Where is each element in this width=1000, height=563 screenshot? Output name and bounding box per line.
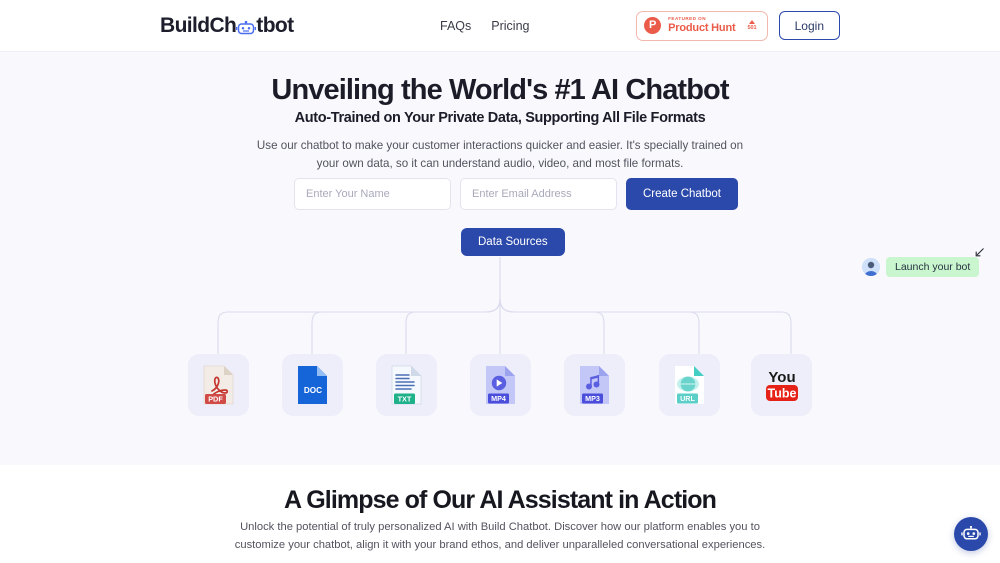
header-actions: P FEATURED ON Product Hunt 501 Login	[636, 10, 840, 41]
signup-form: Create Chatbot	[294, 178, 738, 210]
section-title: A Glimpse of Our AI Assistant in Action	[283, 486, 717, 514]
source-card-txt[interactable]: TXT	[376, 354, 437, 416]
upvote-arrow-icon	[749, 20, 756, 24]
hero-subheading: Auto-Trained on Your Private Data, Suppo…	[294, 110, 706, 126]
mp4-file-icon: MP4	[486, 366, 515, 404]
data-sources-node[interactable]: Data Sources	[461, 228, 565, 256]
launch-bot-tooltip[interactable]: Launch your bot	[862, 248, 985, 277]
upvote-count: 501	[747, 24, 757, 31]
svg-text:DOC: DOC	[304, 386, 322, 395]
logo[interactable]: BuildCh tbot	[160, 14, 294, 38]
robot-icon	[236, 18, 257, 35]
chat-widget-button[interactable]	[954, 517, 988, 551]
ai-assistant-section: A Glimpse of Our AI Assistant in Action …	[0, 465, 1000, 563]
svg-text:You: You	[768, 369, 795, 386]
hero-section: Unveiling the World's #1 AI Chatbot Auto…	[0, 52, 1000, 465]
section-description: Unlock the potential of truly personaliz…	[234, 521, 766, 551]
svg-text:TXT: TXT	[398, 394, 412, 403]
svg-text:Tube: Tube	[767, 387, 796, 401]
name-input[interactable]	[294, 178, 451, 210]
chatbot-robot-icon	[961, 525, 981, 540]
mp3-file-icon: MP3	[580, 366, 609, 404]
product-hunt-badge[interactable]: P FEATURED ON Product Hunt 501	[636, 10, 768, 41]
product-hunt-logo-icon: P	[644, 17, 662, 34]
pdf-file-icon: PDF	[203, 365, 234, 405]
source-card-doc[interactable]: DOC	[282, 354, 343, 416]
nav-item-faqs[interactable]: FAQs	[440, 19, 471, 33]
product-hunt-text: FEATURED ON Product Hunt	[668, 17, 735, 34]
source-card-youtube[interactable]: You Tube	[751, 354, 812, 416]
source-card-url[interactable]: URL	[659, 354, 720, 416]
logo-text-after: tbot	[256, 13, 294, 37]
landing-page: BuildCh tbot FAQs Pricing P FEATURED ON …	[0, 0, 1000, 563]
site-header: BuildCh tbot FAQs Pricing P FEATURED ON …	[0, 0, 1000, 52]
url-file-icon: URL	[675, 366, 704, 404]
launch-bot-label: Launch your bot	[886, 257, 980, 277]
login-button[interactable]: Login	[778, 11, 840, 40]
doc-file-icon: DOC	[298, 366, 327, 404]
svg-text:PDF: PDF	[208, 395, 223, 404]
source-card-mp4[interactable]: MP4	[470, 354, 531, 416]
create-chatbot-button[interactable]: Create Chatbot	[626, 178, 738, 210]
logo-text-before: BuildCh	[160, 13, 237, 37]
main-nav: FAQs Pricing	[440, 19, 529, 33]
product-hunt-name: Product Hunt	[668, 21, 736, 34]
youtube-icon: You Tube	[765, 369, 798, 401]
page-title: Unveiling the World's #1 AI Chatbot	[271, 74, 729, 106]
collapse-arrow-icon[interactable]	[974, 247, 985, 261]
data-source-cards: PDF DOC TXT MP4 MP3 URL You Tube	[0, 354, 1000, 424]
source-card-pdf[interactable]: PDF	[188, 354, 249, 416]
svg-text:MP3: MP3	[585, 394, 600, 403]
hero-description: Use our chatbot to make your customer in…	[256, 139, 744, 170]
avatar	[862, 258, 880, 276]
svg-text:MP4: MP4	[491, 394, 506, 403]
nav-item-pricing[interactable]: Pricing	[491, 19, 529, 33]
product-hunt-upvotes: 501	[747, 20, 757, 31]
svg-text:URL: URL	[680, 394, 695, 403]
source-card-mp3[interactable]: MP3	[564, 354, 625, 416]
txt-file-icon: TXT	[391, 365, 422, 405]
email-input[interactable]	[460, 178, 617, 210]
